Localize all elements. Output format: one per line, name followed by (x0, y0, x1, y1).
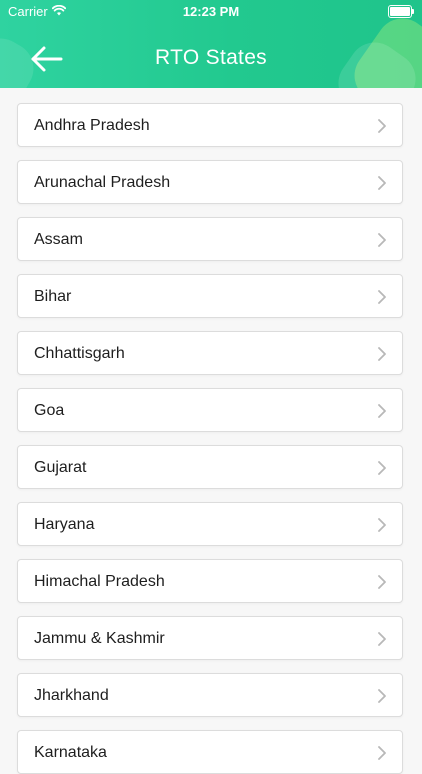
page-title: RTO States (155, 46, 267, 69)
list-item[interactable]: Chhattisgarh (17, 331, 403, 375)
chevron-right-icon (378, 347, 386, 361)
chevron-right-icon (378, 233, 386, 247)
list-item[interactable]: Haryana (17, 502, 403, 546)
chevron-right-icon (378, 290, 386, 304)
list-item[interactable]: Bihar (17, 274, 403, 318)
state-name: Assam (34, 231, 83, 248)
chevron-right-icon (378, 575, 386, 589)
chevron-right-icon (378, 176, 386, 190)
list-item[interactable]: Goa (17, 388, 403, 432)
state-name: Chhattisgarh (34, 345, 125, 362)
list-item[interactable]: Jammu & Kashmir (17, 616, 403, 660)
chevron-right-icon (378, 461, 386, 475)
list-item[interactable]: Assam (17, 217, 403, 261)
list-item[interactable]: Arunachal Pradesh (17, 160, 403, 204)
header-bar: Carrier 12:23 PM RTO States (0, 0, 422, 88)
chevron-right-icon (378, 404, 386, 418)
chevron-right-icon (378, 119, 386, 133)
status-bar: Carrier 12:23 PM (0, 0, 422, 22)
list-item[interactable]: Andhra Pradesh (17, 103, 403, 147)
state-name: Haryana (34, 516, 95, 533)
chevron-right-icon (378, 746, 386, 760)
state-name: Jharkhand (34, 687, 109, 704)
state-name: Gujarat (34, 459, 87, 476)
chevron-right-icon (378, 632, 386, 646)
state-name: Andhra Pradesh (34, 117, 150, 134)
state-name: Goa (34, 402, 65, 419)
list-item[interactable]: Jharkhand (17, 673, 403, 717)
state-name: Himachal Pradesh (34, 573, 165, 590)
clock-label: 12:23 PM (182, 4, 240, 19)
list-item[interactable]: Karnataka (17, 730, 403, 774)
chevron-right-icon (378, 518, 386, 532)
state-name: Arunachal Pradesh (34, 174, 171, 191)
state-name: Bihar (34, 288, 72, 305)
chevron-right-icon (378, 689, 386, 703)
state-name: Jammu & Kashmir (34, 630, 165, 647)
list-item[interactable]: Himachal Pradesh (17, 559, 403, 603)
state-name: Karnataka (34, 744, 107, 761)
battery-icon (388, 5, 414, 18)
list-item[interactable]: Gujarat (17, 445, 403, 489)
